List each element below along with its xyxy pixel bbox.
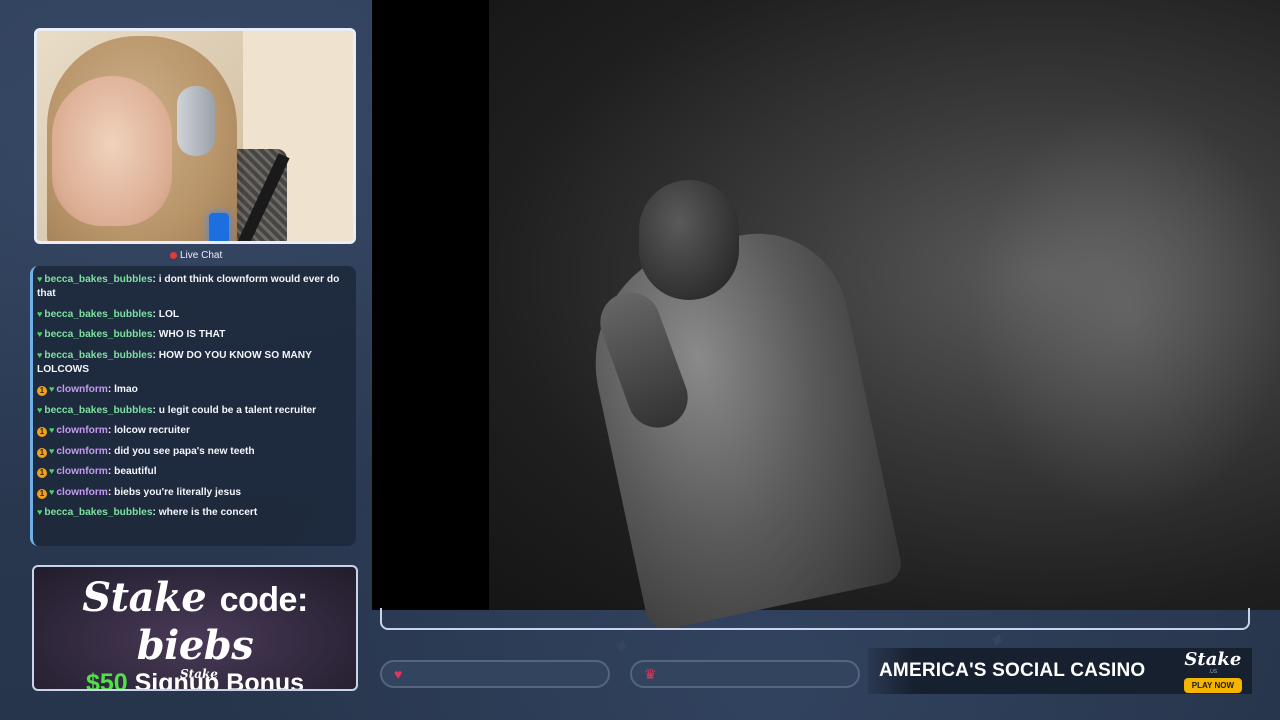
chat-message: ♥ becca_bakes_bubbles: HOW DO YOU KNOW SO… [37, 349, 312, 375]
chat-username[interactable]: becca_bakes_bubbles [44, 350, 152, 361]
chat-message: 1 ♥ clownform: did you see papa's new teet… [37, 444, 348, 459]
webcam-headphone [177, 86, 215, 156]
heart-badge-icon: ♥ [37, 274, 43, 284]
video-figure-body [573, 217, 905, 633]
hearts-goal-bar: ♥ [380, 660, 610, 688]
casino-ad-headline: AMERICA'S SOCIAL CASINO [879, 660, 1146, 681]
heart-badge-icon: ♥ [49, 486, 55, 497]
chat-text: lmao [114, 384, 138, 395]
chat-text: biebs you're literally jesus [114, 486, 242, 498]
chat-text: lolcow recruiter [114, 425, 190, 436]
chat-message: ♥ becca_bakes_bubbles: where is the conce… [37, 507, 258, 518]
casino-ad-brand: Stake .US PLAY NOW [1183, 649, 1242, 693]
chat-username[interactable]: clownform [56, 487, 108, 498]
stake-us-logo: Stake [1184, 649, 1242, 670]
chat-username[interactable]: becca_bakes_bubbles [44, 329, 152, 340]
mod-badge-icon: 1 [37, 427, 47, 437]
live-chat-label: Live Chat [180, 250, 223, 261]
chat-username[interactable]: becca_bakes_bubbles [44, 309, 152, 320]
stake-ad-headline: Stake code: biebs [34, 575, 356, 669]
heart-badge-icon: ♥ [49, 466, 55, 476]
stake-ad-banner[interactable]: Stake code: biebs $50 Signup Bonus Stake [32, 565, 358, 691]
live-dot-icon [170, 252, 177, 259]
chat-message: 1 ♥ clownform: lmao [37, 382, 348, 397]
mod-badge-icon: 1 [37, 447, 47, 458]
chat-message: 1 ♥ clownform: biebs you're literally jesu… [37, 485, 348, 500]
crown-icon: ♛ [644, 665, 657, 682]
stake-us-sub: .US [1208, 669, 1218, 675]
webcam-face [52, 76, 172, 226]
stake-bonus-amount: $50 [85, 669, 128, 691]
chat-username[interactable]: clownform [56, 466, 108, 477]
chat-message: 1 ♥ clownform: beautiful [37, 464, 348, 479]
chat-username[interactable]: clownform [56, 384, 108, 395]
chat-message: 1 ♥ clownform: lolcow recruiter [37, 423, 348, 438]
chat-panel[interactable]: ♥ becca_bakes_bubbles: i dont think clown… [30, 266, 356, 546]
stake-code-label: code: [219, 581, 309, 619]
heart-badge-icon: ♥ [37, 308, 43, 319]
chat-message: ♥ becca_bakes_bubbles: LOL [37, 308, 180, 320]
chat-text: u legit could be a talent recruiter [158, 404, 317, 416]
chat-username[interactable]: becca_bakes_bubbles [44, 405, 152, 416]
mod-badge-icon: 1 [37, 386, 47, 396]
webcam-light [209, 213, 229, 241]
casino-ad-banner[interactable]: AMERICA'S SOCIAL CASINO Stake .US PLAY N… [868, 648, 1252, 694]
stake-bonus-text: Signup Bonus [134, 669, 305, 691]
webcam-feed [34, 28, 356, 244]
stake-code: biebs [136, 622, 254, 669]
crown-goal-bar: ♛ [630, 660, 860, 688]
chat-text: did you see papa's new teeth [114, 445, 255, 457]
play-now-button[interactable]: PLAY NOW [1183, 678, 1242, 693]
mod-badge-icon: 1 [37, 488, 47, 499]
chat-message: ♥ becca_bakes_bubbles: WHO IS THAT [37, 329, 226, 340]
video-frame-border [380, 608, 1250, 630]
chat-text: beautiful [114, 466, 157, 477]
mod-badge-icon: 1 [37, 468, 47, 478]
chat-username[interactable]: clownform [56, 446, 108, 457]
heart-badge-icon: ♥ [49, 384, 55, 394]
stake-brand: Stake [82, 574, 207, 621]
heart-badge-icon: ♥ [49, 445, 55, 456]
heart-badge-icon: ♥ [37, 349, 43, 360]
heart-badge-icon: ♥ [37, 404, 43, 415]
heart-badge-icon: ♥ [37, 507, 43, 517]
video-smoke [969, 100, 1280, 520]
video-player[interactable] [372, 0, 1280, 633]
heart-badge-icon: ♥ [49, 425, 55, 435]
video-figure-head [639, 180, 739, 300]
chat-text: WHO IS THAT [158, 329, 226, 340]
chat-text: where is the concert [158, 507, 258, 518]
video-scene [489, 0, 1280, 633]
stake-small-logo: Stake [180, 667, 218, 681]
heart-icon: ♥ [394, 666, 403, 682]
chat-username[interactable]: becca_bakes_bubbles [44, 274, 152, 285]
live-chat-header: Live Chat [170, 250, 222, 261]
heart-badge-icon: ♥ [37, 329, 43, 339]
chat-username[interactable]: clownform [56, 425, 108, 436]
chat-text: LOL [158, 308, 180, 320]
chat-message: ♥ becca_bakes_bubbles: u legit could be a… [37, 404, 317, 416]
chat-username[interactable]: becca_bakes_bubbles [44, 507, 152, 518]
chat-message: ♥ becca_bakes_bubbles: i dont think clown… [37, 274, 340, 299]
